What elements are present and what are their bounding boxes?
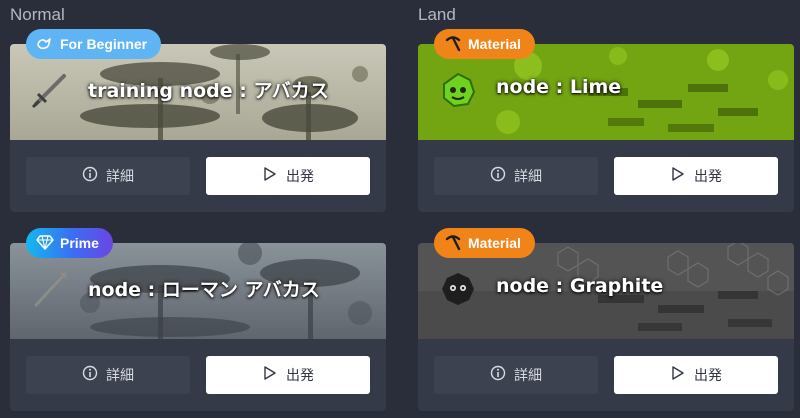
badge-for-beginner: For Beginner	[26, 29, 162, 59]
node-title: node : Graphite	[496, 275, 664, 297]
node-card-graphite: node : Graphite Material 詳細 出発	[418, 228, 794, 411]
section-title-normal: Normal	[10, 5, 65, 24]
detail-label: 詳細	[514, 368, 542, 384]
depart-button[interactable]: 出発	[614, 356, 778, 394]
detail-button[interactable]: 詳細	[26, 157, 190, 195]
badge-label: Prime	[60, 235, 99, 251]
node-title: node : ローマン アバカス	[88, 279, 320, 301]
node-title: training node : アバカス	[88, 80, 329, 102]
badge-material: Material	[434, 228, 535, 258]
depart-label: 出発	[286, 368, 314, 384]
detail-label: 詳細	[106, 169, 134, 185]
bird-icon	[36, 35, 54, 54]
depart-label: 出発	[694, 169, 722, 185]
section-title-land: Land	[418, 5, 456, 24]
detail-label: 詳細	[514, 169, 542, 185]
depart-button[interactable]: 出発	[614, 157, 778, 195]
node-card-roman-abacus: node : ローマン アバカス Prime 詳細 出発	[10, 228, 386, 411]
detail-button[interactable]: 詳細	[26, 356, 190, 394]
node-title: node : Lime	[496, 76, 622, 98]
depart-button[interactable]: 出発	[206, 157, 370, 195]
play-icon	[262, 166, 278, 186]
node-card-training-abacus: training node : アバカス For Beginner 詳細 出発	[10, 29, 386, 212]
badge-label: Material	[468, 36, 521, 52]
play-icon	[262, 365, 278, 385]
play-icon	[670, 365, 686, 385]
badge-label: For Beginner	[60, 36, 148, 52]
info-icon	[82, 166, 98, 186]
badge-label: Material	[468, 235, 521, 251]
detail-label: 詳細	[106, 368, 134, 384]
detail-button[interactable]: 詳細	[434, 157, 598, 195]
depart-button[interactable]: 出発	[206, 356, 370, 394]
info-icon	[490, 365, 506, 385]
diamond-icon	[36, 234, 54, 253]
depart-label: 出発	[286, 169, 314, 185]
pickaxe-icon	[444, 233, 462, 254]
play-icon	[670, 166, 686, 186]
detail-button[interactable]: 詳細	[434, 356, 598, 394]
node-card-lime: node : Lime Material 詳細 出発	[418, 29, 794, 212]
badge-material: Material	[434, 29, 535, 59]
pickaxe-icon	[444, 34, 462, 55]
depart-label: 出発	[694, 368, 722, 384]
info-icon	[490, 166, 506, 186]
info-icon	[82, 365, 98, 385]
badge-prime: Prime	[26, 228, 113, 258]
